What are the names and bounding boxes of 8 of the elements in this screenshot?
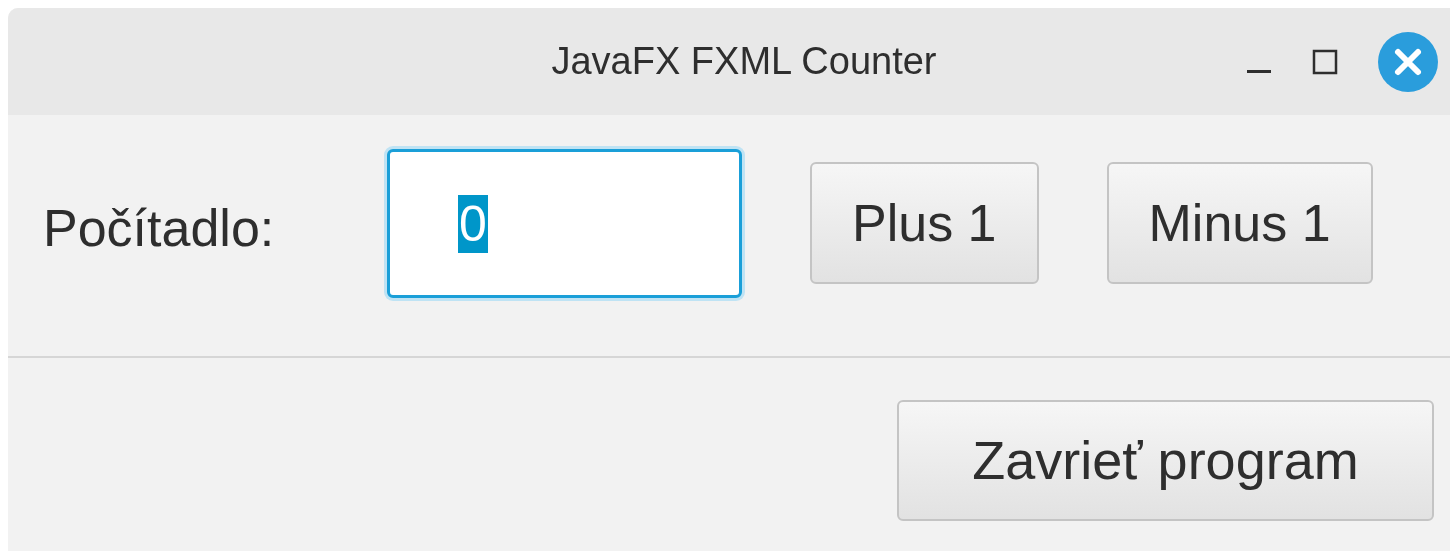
window-title: JavaFX FXML Counter	[551, 39, 937, 84]
close-icon[interactable]	[1378, 32, 1438, 92]
counter-button[interactable]: Plus 1	[810, 162, 1039, 284]
maximize-icon[interactable]	[1312, 49, 1338, 75]
field-value: 0	[458, 194, 488, 253]
close-program-button[interactable]: Zavrieť program	[897, 400, 1434, 521]
counter-button[interactable]: Minus 1	[1106, 162, 1373, 284]
counter-label: Počítadlo:	[43, 198, 276, 259]
